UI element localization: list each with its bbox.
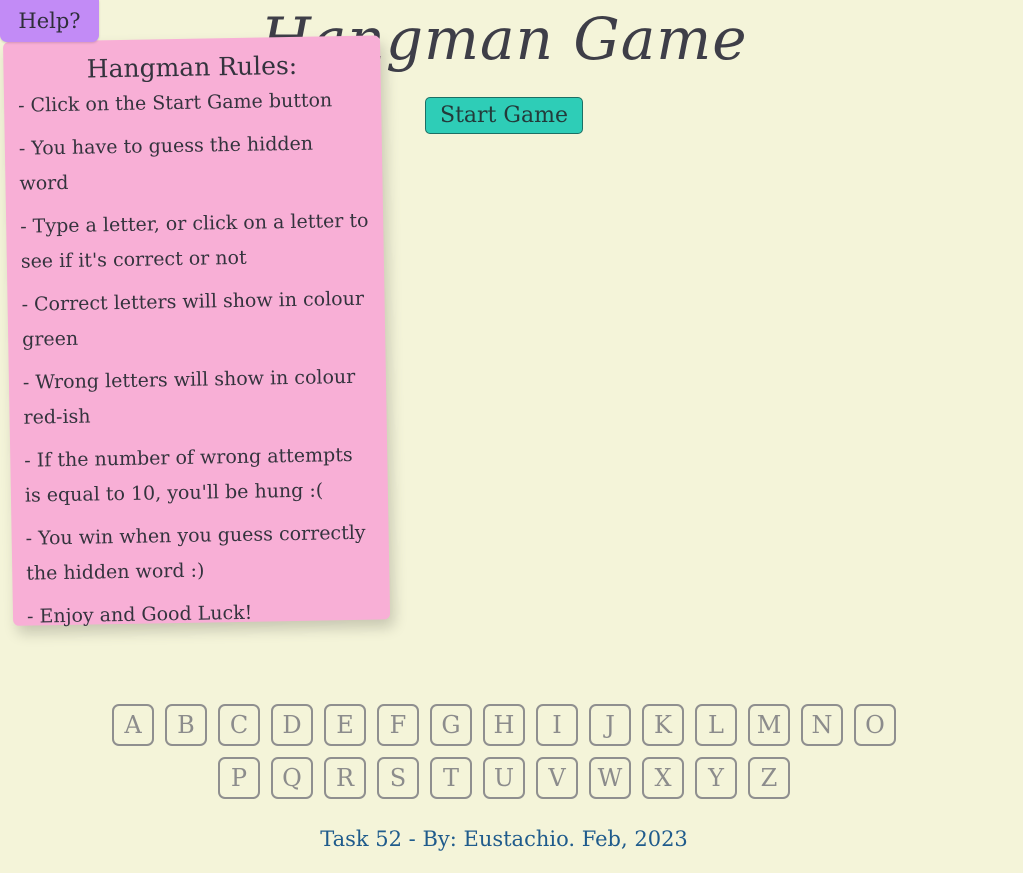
letter-button-l[interactable]: L <box>695 704 737 746</box>
letter-button-q[interactable]: Q <box>271 757 313 799</box>
letter-keyboard: A B C D E F G H I J K L M N O P Q R S T … <box>0 704 1008 799</box>
rule-item: - If the number of wrong attempts is equ… <box>24 443 353 507</box>
rule-item: - You have to guess the hidden word <box>18 132 314 195</box>
letter-row-2: P Q R S T U V W X Y Z <box>218 757 790 799</box>
rules-title: Hangman Rules: <box>86 50 298 84</box>
letter-button-p[interactable]: P <box>218 757 260 799</box>
help-button[interactable]: Help? <box>0 0 99 42</box>
letter-button-t[interactable]: T <box>430 757 472 799</box>
rule-item: - Type a letter, or click on a letter to… <box>20 209 369 273</box>
letter-button-a[interactable]: A <box>112 704 154 746</box>
letter-button-e[interactable]: E <box>324 704 366 746</box>
letter-button-s[interactable]: S <box>377 757 419 799</box>
rule-item: - Wrong letters will show in colour red-… <box>22 365 356 429</box>
letter-button-h[interactable]: H <box>483 704 525 746</box>
letter-button-j[interactable]: J <box>589 704 631 746</box>
footer-credit: Task 52 - By: Eustachio. Feb, 2023 <box>320 827 688 851</box>
rules-card: Hangman Rules: - Click on the Start Game… <box>3 35 391 628</box>
letter-button-g[interactable]: G <box>430 704 472 746</box>
letter-button-y[interactable]: Y <box>695 757 737 799</box>
letter-button-c[interactable]: C <box>218 704 260 746</box>
letter-button-k[interactable]: K <box>642 704 684 746</box>
letter-button-w[interactable]: W <box>589 757 631 799</box>
letter-button-n[interactable]: N <box>801 704 843 746</box>
letter-button-u[interactable]: U <box>483 757 525 799</box>
rule-item: - Enjoy and Good Luck! <box>26 601 253 628</box>
rule-item: - Correct letters will show in colour gr… <box>21 287 365 351</box>
letter-button-d[interactable]: D <box>271 704 313 746</box>
letter-button-r[interactable]: R <box>324 757 366 799</box>
letter-button-i[interactable]: I <box>536 704 578 746</box>
letter-button-o[interactable]: O <box>854 704 896 746</box>
letter-button-v[interactable]: V <box>536 757 578 799</box>
letter-button-b[interactable]: B <box>165 704 207 746</box>
rules-list: - Click on the Start Game button - You h… <box>18 83 376 635</box>
letter-row-1: A B C D E F G H I J K L M N O <box>112 704 896 746</box>
rule-item: - Click on the Start Game button <box>17 89 333 117</box>
rule-item: - You win when you guess correctly the h… <box>25 521 366 585</box>
start-game-button[interactable]: Start Game <box>425 97 583 134</box>
letter-button-m[interactable]: M <box>748 704 790 746</box>
letter-button-f[interactable]: F <box>377 704 419 746</box>
letter-button-z[interactable]: Z <box>748 757 790 799</box>
letter-button-x[interactable]: X <box>642 757 684 799</box>
